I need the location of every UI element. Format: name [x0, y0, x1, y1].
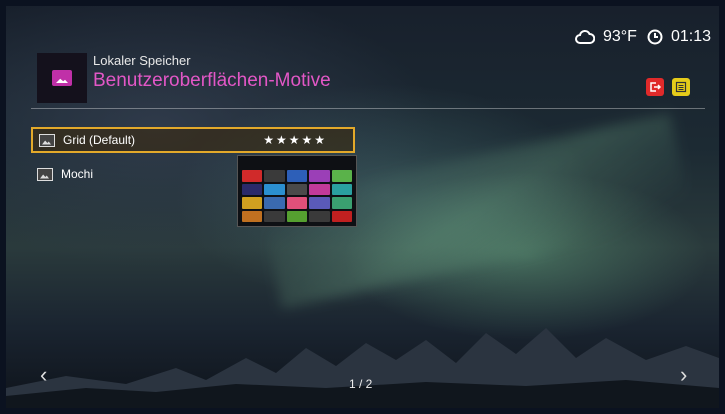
exit-button[interactable]: [646, 78, 664, 96]
exit-icon: [650, 82, 661, 92]
picture-icon: [39, 133, 55, 147]
list-item-label: Mochi: [61, 167, 94, 181]
clock-time: 01:13: [670, 28, 711, 45]
next-page-button[interactable]: ›: [680, 362, 687, 388]
menu-icon: [675, 81, 687, 93]
media-type-icon: [37, 53, 87, 103]
theme-preview-thumbnail: [237, 155, 357, 227]
list-item-grid-default[interactable]: Grid (Default) ★★★★★: [31, 127, 355, 153]
clock-icon: [647, 29, 663, 45]
temperature: 93°F: [602, 28, 637, 45]
rating-stars: ★★★★★: [263, 133, 327, 147]
previous-page-button[interactable]: ‹: [40, 362, 47, 388]
options-button[interactable]: [672, 78, 690, 96]
preview-tiles: [242, 170, 352, 222]
status-bar: 93°F 01:13: [575, 28, 711, 46]
list-item-label: Grid (Default): [63, 133, 136, 147]
cloud-icon: [575, 29, 595, 44]
source-label: Lokaler Speicher: [93, 53, 191, 68]
page-title: Benutzeroberflächen-Motive: [93, 70, 331, 91]
picture-icon: [52, 70, 72, 86]
picture-icon: [37, 167, 53, 181]
page-indicator: 1 / 2: [349, 377, 373, 391]
header-divider: [31, 108, 705, 109]
